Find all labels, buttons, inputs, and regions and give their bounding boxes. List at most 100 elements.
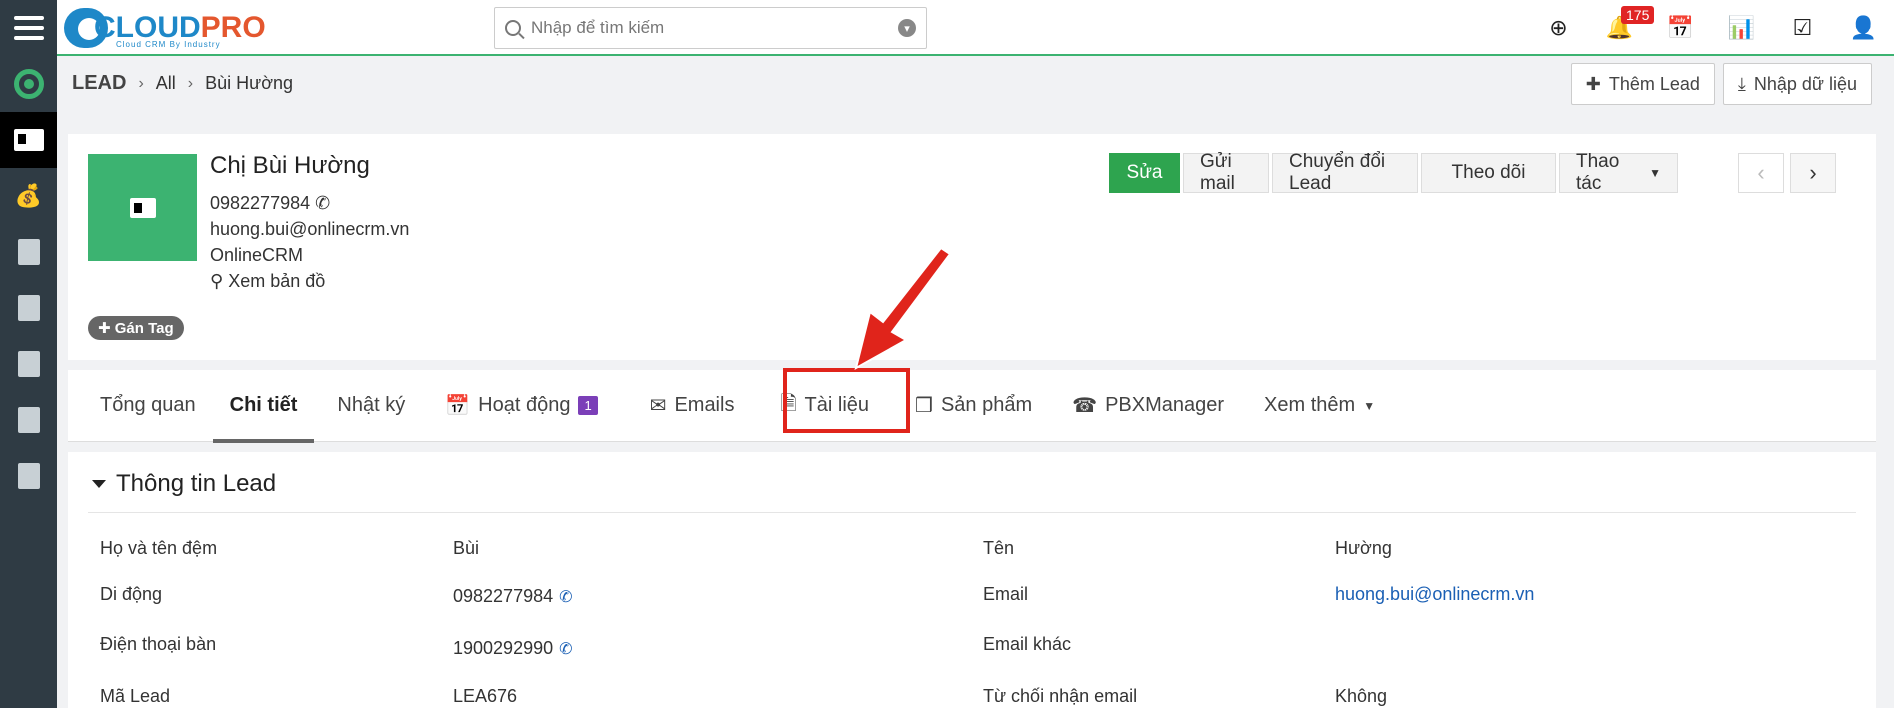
- record-email[interactable]: huong.bui@onlinecrm.vn: [210, 216, 409, 242]
- view-map-link[interactable]: ⚲ Xem bản đồ: [210, 268, 409, 294]
- caret-down-icon: ▼: [1649, 166, 1661, 180]
- contact-book-icon: [17, 239, 40, 265]
- add-tag-button[interactable]: ✚ Gán Tag: [88, 316, 184, 340]
- field-label: Điện thoại bàn: [100, 634, 217, 654]
- chevron-right-icon: ›: [187, 74, 194, 92]
- plus-circle-icon: ⊕: [1549, 15, 1568, 40]
- sales-order-icon: [17, 351, 40, 377]
- top-bar: CLOUDPRO Cloud CRM By Industry ▾ ⊕ 🔔 175…: [0, 0, 1894, 56]
- follow-button[interactable]: Theo dõi: [1421, 153, 1556, 193]
- top-icon-bar: ⊕ 🔔 175 📅 📊 ☑ 👤: [1528, 0, 1894, 56]
- record-navigation: ‹ ›: [1738, 153, 1836, 193]
- tab-emails[interactable]: ✉ Emails: [633, 370, 752, 442]
- chevron-left-icon: ‹: [1757, 160, 1765, 185]
- activity-count-badge: 1: [578, 396, 598, 415]
- sidebar-item-dashboard[interactable]: [0, 56, 57, 112]
- send-mail-button[interactable]: Gửi mail: [1183, 151, 1269, 194]
- notifications-button[interactable]: 🔔 175: [1589, 0, 1655, 56]
- next-record-button[interactable]: ›: [1790, 153, 1836, 193]
- tasks-button[interactable]: ☑: [1772, 0, 1833, 56]
- boxes-icon: ❒: [915, 395, 933, 417]
- dollar-doc-icon: [17, 295, 40, 321]
- edit-note-icon: [17, 407, 40, 433]
- breadcrumb-module[interactable]: LEAD: [72, 72, 126, 95]
- field-label: Mã Lead: [100, 686, 171, 706]
- more-actions-button[interactable]: Thao tác ▼: [1559, 151, 1678, 194]
- phone-icon[interactable]: ✆: [559, 639, 572, 659]
- section-header[interactable]: Thông tin Lead: [92, 470, 276, 498]
- field-value: Bùi: [453, 538, 480, 558]
- field-label: Di động: [100, 584, 163, 604]
- phone-icon[interactable]: ✆: [315, 193, 330, 213]
- field-value: Không: [1335, 686, 1388, 706]
- add-lead-button[interactable]: ✚ Thêm Lead: [1570, 63, 1715, 105]
- dashboard-icon: [13, 69, 44, 99]
- tab-overview[interactable]: Tổng quan: [83, 370, 213, 442]
- user-menu-button[interactable]: 👤: [1833, 0, 1894, 56]
- sidebar-item-opportunities[interactable]: 💰: [0, 168, 57, 224]
- contact-card-icon: [129, 197, 156, 218]
- menu-toggle-button[interactable]: [0, 0, 57, 56]
- header-actions: ✚ Thêm Lead ⤓ Nhập dữ liệu: [1570, 63, 1872, 105]
- field-label: Tên: [983, 538, 1015, 558]
- sidebar-item-sales-orders[interactable]: [0, 336, 57, 392]
- email-link[interactable]: huong.bui@onlinecrm.vn: [1335, 584, 1534, 605]
- fax-icon: ☎: [1072, 395, 1098, 417]
- field-value: Hường: [1335, 538, 1392, 558]
- map-marker-icon: ⚲: [210, 271, 224, 291]
- tab-history[interactable]: Nhật ký: [320, 370, 422, 442]
- previous-record-button[interactable]: ‹: [1738, 153, 1784, 193]
- tab-more[interactable]: Xem thêm ▼: [1247, 370, 1392, 442]
- quick-create-button[interactable]: ⊕: [1528, 0, 1589, 56]
- global-search: ▾: [494, 7, 927, 49]
- field-label: Họ và tên đệm: [100, 538, 218, 558]
- calendar-icon: 📅: [1666, 15, 1695, 40]
- import-button[interactable]: ⤓ Nhập dữ liệu: [1722, 63, 1872, 105]
- plus-icon: ✚: [98, 320, 111, 337]
- record-name: Chị Bùi Hường: [210, 152, 370, 179]
- tab-details[interactable]: Chi tiết: [212, 370, 315, 443]
- mobile-value: 0982277984 ✆: [453, 586, 573, 607]
- sidebar-item-quotes[interactable]: [0, 280, 57, 336]
- download-icon: ⤓: [1737, 73, 1746, 94]
- landline-value: 1900292990 ✆: [453, 638, 573, 659]
- field-row: Di động 0982277984 ✆ Email huong.bui@onli…: [68, 572, 1876, 616]
- plus-icon: ✚: [1585, 73, 1601, 94]
- envelope-icon: ✉: [649, 395, 667, 417]
- sidebar-item-leads[interactable]: [0, 112, 57, 168]
- record-action-buttons: Sửa Gửi mail Chuyển đổi Lead Theo dõi Th…: [1109, 151, 1678, 194]
- reports-button[interactable]: 📊: [1711, 0, 1772, 56]
- field-row: Điện thoại bàn 1900292990 ✆ Email khác: [68, 624, 1876, 668]
- highlight-box: [783, 368, 910, 433]
- sidebar-item-contacts[interactable]: [0, 224, 57, 280]
- cloudpro-logo[interactable]: CLOUDPRO Cloud CRM By Industry: [64, 4, 266, 52]
- money-bag-icon: 💰: [14, 183, 43, 208]
- tab-products[interactable]: ❒ Sản phẩm: [898, 370, 1049, 442]
- field-row: Họ và tên đệm Bùi Tên Hường: [68, 526, 1876, 570]
- caret-down-icon: ▼: [1363, 398, 1376, 413]
- search-icon: [505, 20, 521, 36]
- field-label: Từ chối nhận email: [983, 686, 1138, 706]
- left-sidebar: 💰: [0, 56, 57, 708]
- hamburger-icon: [13, 13, 44, 43]
- record-company: OnlineCRM: [210, 245, 304, 265]
- record-header: Chị Bùi Hường 0982277984 ✆ huong.bui@onl…: [68, 134, 1876, 360]
- field-label: Email khác: [983, 634, 1072, 654]
- phone-icon[interactable]: ✆: [559, 587, 572, 607]
- convert-lead-button[interactable]: Chuyển đổi Lead: [1272, 151, 1418, 194]
- record-avatar: [88, 154, 197, 261]
- search-dropdown-icon[interactable]: ▾: [898, 19, 916, 37]
- sidebar-item-notes[interactable]: [0, 392, 57, 448]
- record-tabs: Tổng quan Chi tiết Nhật ký 📅 Hoạt động 1 ✉…: [68, 370, 1876, 443]
- tab-pbxmanager[interactable]: ☎ PBXManager: [1055, 370, 1241, 442]
- field-value: LEA676: [453, 686, 518, 706]
- checkbox-icon: ☑: [1792, 15, 1813, 40]
- breadcrumb-list[interactable]: All: [156, 73, 176, 94]
- tab-activities[interactable]: 📅 Hoạt động 1: [428, 370, 614, 442]
- user-icon: 👤: [1849, 15, 1878, 40]
- record-phone: 0982277984 ✆: [210, 193, 331, 213]
- search-input[interactable]: [531, 18, 898, 38]
- calendar-button[interactable]: 📅: [1650, 0, 1711, 56]
- edit-button[interactable]: Sửa: [1109, 153, 1180, 193]
- sidebar-item-documents[interactable]: [0, 448, 57, 504]
